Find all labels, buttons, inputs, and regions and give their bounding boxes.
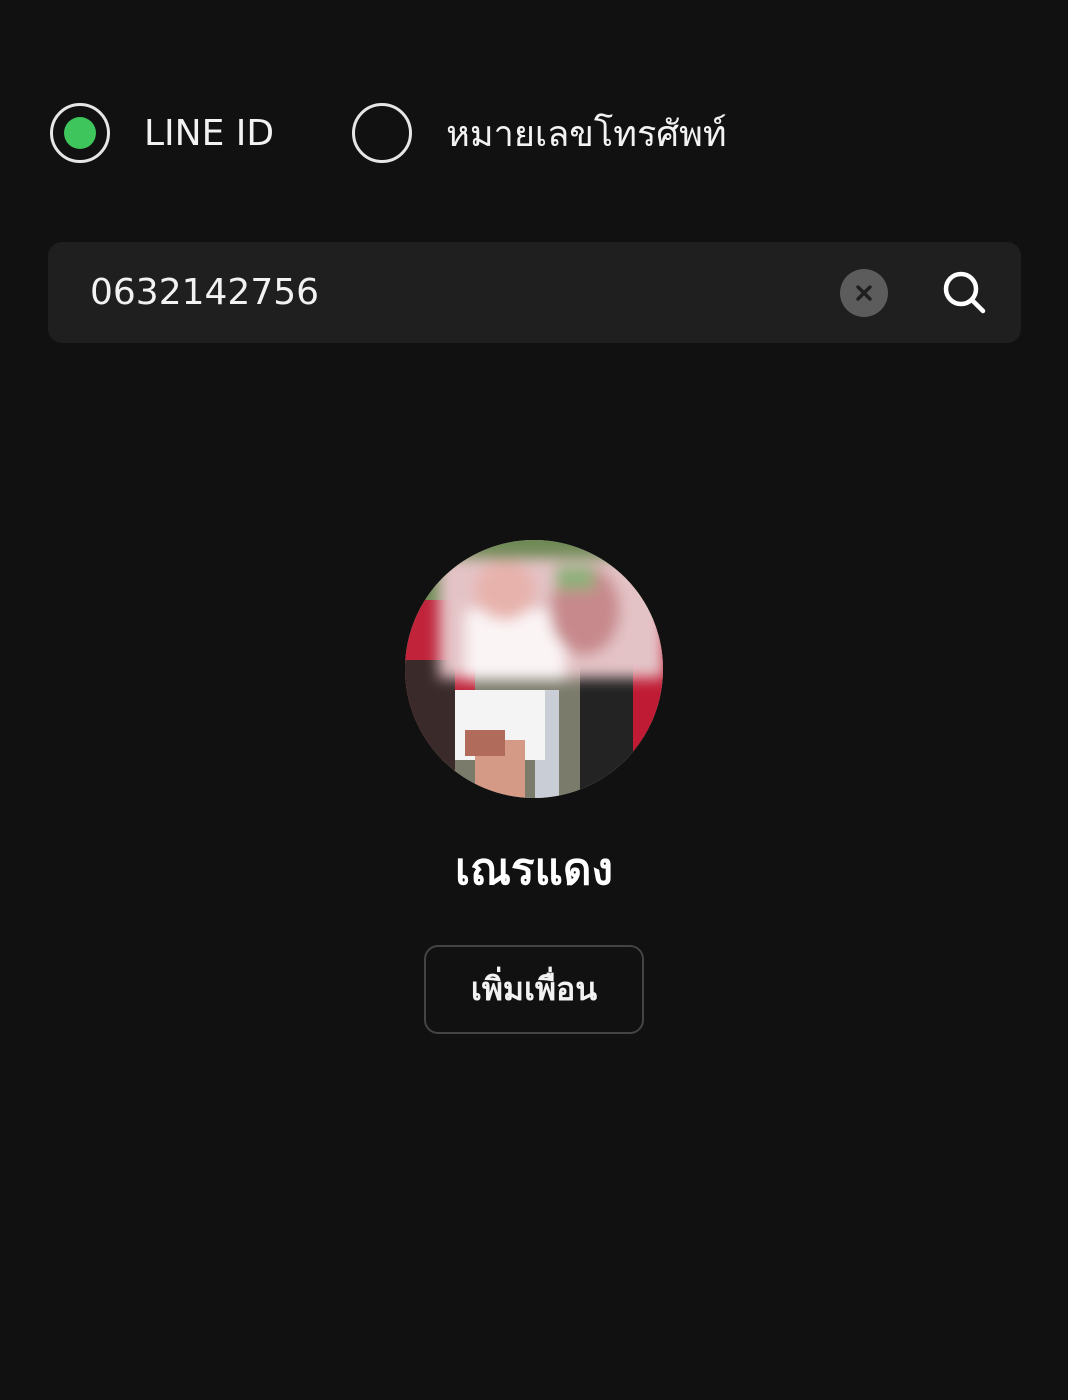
radio-button-phone-number[interactable]	[352, 103, 413, 163]
search-type-group: LINE ID หมายเลขโทรศัพท์	[50, 100, 727, 166]
search-bar	[48, 242, 1021, 343]
radio-selected-dot	[64, 117, 96, 149]
radio-option-phone-number[interactable]: หมายเลขโทรศัพท์	[352, 103, 727, 163]
search-result-profile: เณรแดง เพิ่มเพื่อน	[0, 540, 1068, 1034]
radio-label-phone-number: หมายเลขโทรศัพท์	[446, 113, 727, 155]
radio-button-line-id[interactable]	[50, 103, 110, 163]
search-input[interactable]	[90, 242, 830, 343]
search-icon[interactable]	[940, 268, 990, 318]
add-friend-button[interactable]: เพิ่มเพื่อน	[424, 944, 644, 1034]
radio-option-line-id[interactable]: LINE ID	[50, 103, 274, 163]
profile-name: เณรแดง	[455, 844, 613, 895]
profile-avatar[interactable]	[405, 540, 663, 798]
radio-label-line-id: LINE ID	[144, 112, 275, 154]
clear-icon[interactable]	[840, 269, 888, 317]
